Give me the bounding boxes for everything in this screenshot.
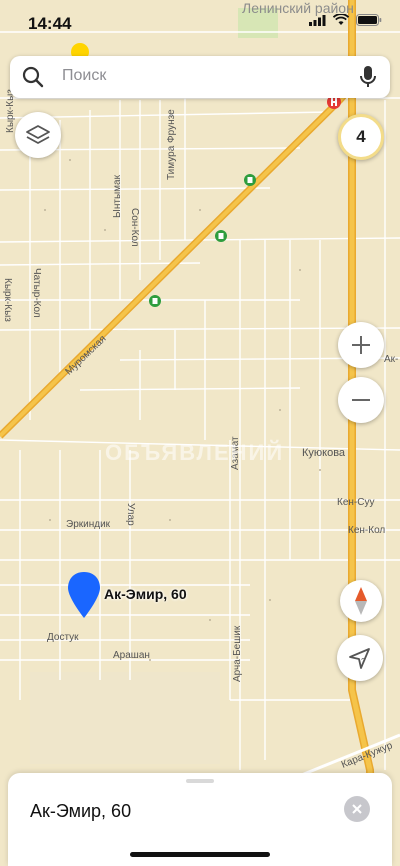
pin-label: Ак-Эмир, 60	[104, 586, 187, 602]
street-label: Кен-Суу	[337, 497, 375, 508]
status-icons	[309, 14, 382, 26]
close-icon	[352, 804, 362, 814]
wifi-icon	[333, 14, 349, 25]
locate-button[interactable]: ?	[337, 635, 383, 681]
watermark: ОБЪЯВЛЕНИЙ	[105, 440, 285, 465]
street-label: Тимура Фрунзе	[166, 109, 177, 180]
signal-icon	[309, 14, 326, 26]
compass-icon	[355, 587, 367, 615]
street-label: Сон-Кол	[129, 208, 140, 247]
search-icon	[22, 66, 44, 88]
place-title: Ак-Эмир, 60	[30, 801, 132, 821]
search-input[interactable]: Поиск	[62, 67, 106, 85]
street-label: Достук	[47, 632, 79, 643]
zoom-out-button[interactable]	[338, 377, 384, 423]
status-time: 14:44	[28, 14, 72, 33]
compass-button[interactable]	[340, 580, 382, 622]
street-label: Арча-Бешик	[232, 625, 243, 682]
traffic-level: 4	[356, 127, 366, 146]
street-label: Ак-	[384, 354, 399, 365]
street-label: Арашан	[113, 650, 150, 661]
home-indicator	[130, 852, 270, 857]
zoom-in-button[interactable]	[338, 322, 384, 368]
street-label: Эркиндик	[66, 519, 111, 530]
battery-icon	[356, 14, 382, 26]
zoom-out-icon	[352, 399, 370, 401]
street-label: Куюкова	[302, 447, 346, 459]
status-bar: Ленинский район 14:44	[0, 0, 400, 46]
search-bar[interactable]: Поиск	[10, 56, 390, 98]
traffic-button[interactable]: 4	[338, 114, 384, 160]
street-label: Кырк-Кыз	[2, 278, 13, 322]
street-label: Ынтымак	[112, 175, 123, 218]
zoom-in-icon	[352, 336, 370, 354]
layers-button[interactable]	[15, 112, 61, 158]
layers-icon	[26, 125, 50, 144]
locate-icon: ?	[349, 648, 370, 669]
close-button[interactable]	[344, 796, 370, 822]
street-label: Улар	[125, 503, 136, 526]
street-label: Кен-Кол	[348, 525, 386, 536]
mic-icon[interactable]	[358, 65, 378, 89]
sheet-grabber[interactable]	[186, 779, 214, 783]
street-label: Чатыр-Кол	[31, 268, 42, 318]
svg-text:?: ?	[361, 657, 366, 666]
